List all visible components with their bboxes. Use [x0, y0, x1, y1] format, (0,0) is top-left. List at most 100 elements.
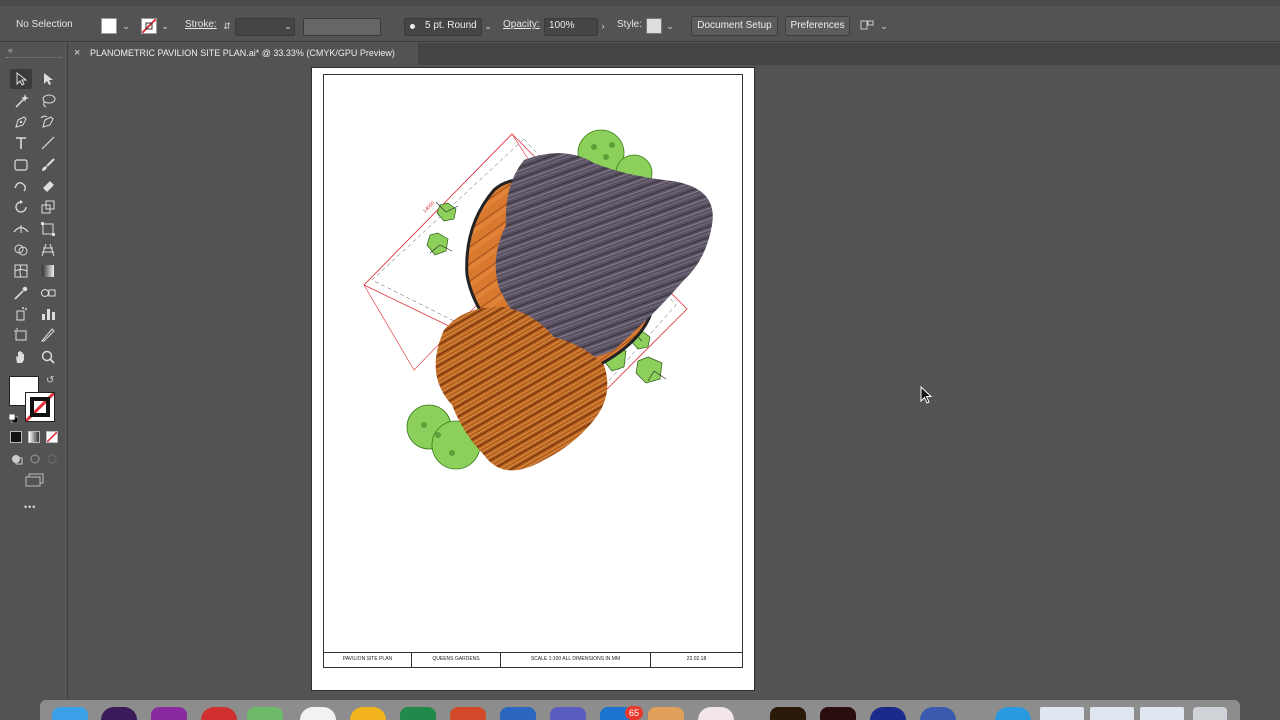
finder-dock-icon[interactable] [52, 707, 88, 720]
draw-normal-icon[interactable] [10, 452, 24, 465]
fill-dropdown-chevron-icon[interactable]: ⌄ [121, 18, 131, 34]
maps-dock-icon[interactable] [247, 707, 283, 720]
artboard[interactable]: 14000 PAVILION SITE PLAN QUEENS GARDENS … [312, 68, 754, 690]
scale-tool-icon[interactable] [37, 197, 59, 217]
emoji-app-dock-icon[interactable] [350, 707, 386, 720]
stroke-color-box[interactable] [25, 392, 55, 422]
app-dock-icon[interactable] [870, 707, 906, 720]
screen-mode-icon[interactable] [25, 473, 45, 487]
acrobat-dock-icon[interactable] [820, 707, 856, 720]
width-tool-icon[interactable] [10, 219, 32, 239]
window-thumbnail-1[interactable] [1040, 707, 1084, 720]
line-segment-tool-icon[interactable] [37, 133, 59, 153]
arrange-chevron-icon[interactable]: ⌄ [879, 18, 889, 34]
title-block-drawing-title: PAVILION SITE PLAN [324, 653, 412, 667]
tools-panel: « ↺ ••• [0, 43, 68, 703]
document-setup-button[interactable]: Document Setup [691, 16, 778, 36]
eyedropper-tool-icon[interactable] [10, 283, 32, 303]
panel-grip[interactable] [6, 57, 62, 60]
gradient-tool-icon[interactable] [37, 261, 59, 281]
close-tab-icon[interactable]: × [74, 47, 80, 59]
free-transform-tool-icon[interactable] [37, 219, 59, 239]
excel-dock-icon[interactable] [400, 707, 436, 720]
edit-toolbar-more-icon[interactable]: ••• [24, 502, 36, 512]
zoom-tool-icon[interactable] [37, 347, 59, 367]
rectangle-tool-icon[interactable] [10, 155, 32, 175]
onenote-dock-icon[interactable] [151, 707, 187, 720]
draw-behind-icon[interactable] [29, 452, 41, 464]
curvature-tool-icon[interactable] [37, 112, 59, 132]
shaper-tool-icon[interactable] [10, 176, 32, 196]
brush-chevron-icon[interactable]: ⌄ [483, 18, 493, 34]
direct-selection-tool-icon[interactable] [37, 69, 59, 89]
preferences-button[interactable]: Preferences [785, 16, 850, 36]
notes-dock-icon[interactable] [648, 707, 684, 720]
brush-definition[interactable]: 5 pt. Round [404, 18, 482, 36]
column-graph-tool-icon[interactable] [37, 304, 59, 324]
type-tool-icon[interactable] [10, 133, 32, 153]
swap-fill-stroke-icon[interactable]: ↺ [46, 375, 54, 386]
siri-dock-icon[interactable] [101, 707, 137, 720]
variable-width-profile[interactable] [303, 18, 381, 36]
shape-builder-tool-icon[interactable] [10, 240, 32, 260]
opacity-value: 100% [549, 20, 575, 31]
style-chevron-icon[interactable]: ⌄ [665, 18, 675, 34]
opacity-label[interactable]: Opacity: [503, 15, 540, 35]
stroke-weight-stepper-icon[interactable]: ⇵ [222, 18, 232, 34]
hand-tool-icon[interactable] [10, 347, 32, 367]
blend-tool-icon[interactable] [37, 283, 59, 303]
selection-tool-icon[interactable] [10, 69, 32, 89]
stroke-swatch[interactable] [141, 18, 157, 34]
mouse-cursor-icon [920, 385, 934, 404]
draw-inside-icon[interactable] [46, 452, 58, 464]
stroke-weight-chevron-icon[interactable]: ⌄ [283, 18, 293, 34]
title-block-location: QUEENS GARDENS [412, 653, 501, 667]
launcher-dock-icon[interactable] [698, 707, 734, 720]
style-label: Style: [617, 19, 643, 30]
document-tab-bar: × PLANOMETRIC PAVILION SITE PLAN.ai* @ 3… [68, 43, 1280, 65]
eraser-tool-icon[interactable] [37, 176, 59, 196]
rotate-tool-icon[interactable] [10, 197, 32, 217]
opacity-field[interactable]: 100% [544, 18, 598, 36]
trash-dock-icon[interactable] [1193, 707, 1227, 720]
lasso-tool-icon[interactable] [37, 91, 59, 111]
stroke-label[interactable]: Stroke: [185, 15, 217, 35]
powerpoint-dock-icon[interactable] [450, 707, 486, 720]
symbol-sprayer-tool-icon[interactable] [10, 304, 32, 324]
graphic-style-swatch[interactable] [646, 18, 662, 34]
site-plan-drawing[interactable]: 14000 [324, 75, 742, 653]
artboard-tool-icon[interactable] [10, 325, 32, 345]
opacity-arrow-icon[interactable]: › [598, 18, 608, 34]
none-mode-icon[interactable] [46, 431, 58, 443]
window-top-strip [0, 0, 1280, 6]
magic-wand-tool-icon[interactable] [10, 91, 32, 111]
fill-swatch[interactable] [101, 18, 117, 34]
teams-dock-icon[interactable] [550, 707, 586, 720]
slice-tool-icon[interactable] [37, 325, 59, 345]
default-fill-stroke-icon[interactable] [8, 410, 19, 424]
photos-dock-icon[interactable] [300, 707, 336, 720]
stroke-dropdown-chevron-icon[interactable]: ⌄ [160, 18, 170, 34]
title-block-scale: SCALE 1:100 ALL DIMENSIONS IN MM [501, 653, 651, 667]
illustrator-dock-icon[interactable] [770, 707, 806, 720]
gradient-mode-icon[interactable] [28, 431, 40, 443]
control-bar: No Selection ⌄ ⌄ Stroke: ⇵ ⌄ 5 pt. Round… [0, 0, 1280, 42]
window-thumbnail-2[interactable] [1090, 707, 1134, 720]
browser-dock-icon[interactable] [920, 707, 956, 720]
word-dock-icon[interactable] [500, 707, 536, 720]
mesh-tool-icon[interactable] [10, 261, 32, 281]
title-block-date: 23.02.18 [686, 656, 707, 662]
chrome-dock-icon[interactable] [201, 707, 237, 720]
color-mode-icon[interactable] [10, 431, 22, 443]
paintbrush-tool-icon[interactable] [37, 155, 59, 175]
collapse-panel-icon[interactable]: « [8, 45, 13, 55]
downloads-dock-icon[interactable] [995, 707, 1031, 720]
window-thumbnail-3[interactable] [1140, 707, 1184, 720]
selection-status: No Selection [16, 19, 73, 30]
brush-value: 5 pt. Round [425, 20, 477, 31]
pen-tool-icon[interactable] [10, 112, 32, 132]
arrange-documents-icon[interactable] [860, 18, 874, 32]
drawing-border: 14000 PAVILION SITE PLAN QUEENS GARDENS … [323, 74, 743, 668]
document-tab[interactable]: × PLANOMETRIC PAVILION SITE PLAN.ai* @ 3… [68, 43, 418, 65]
perspective-grid-tool-icon[interactable] [37, 240, 59, 260]
